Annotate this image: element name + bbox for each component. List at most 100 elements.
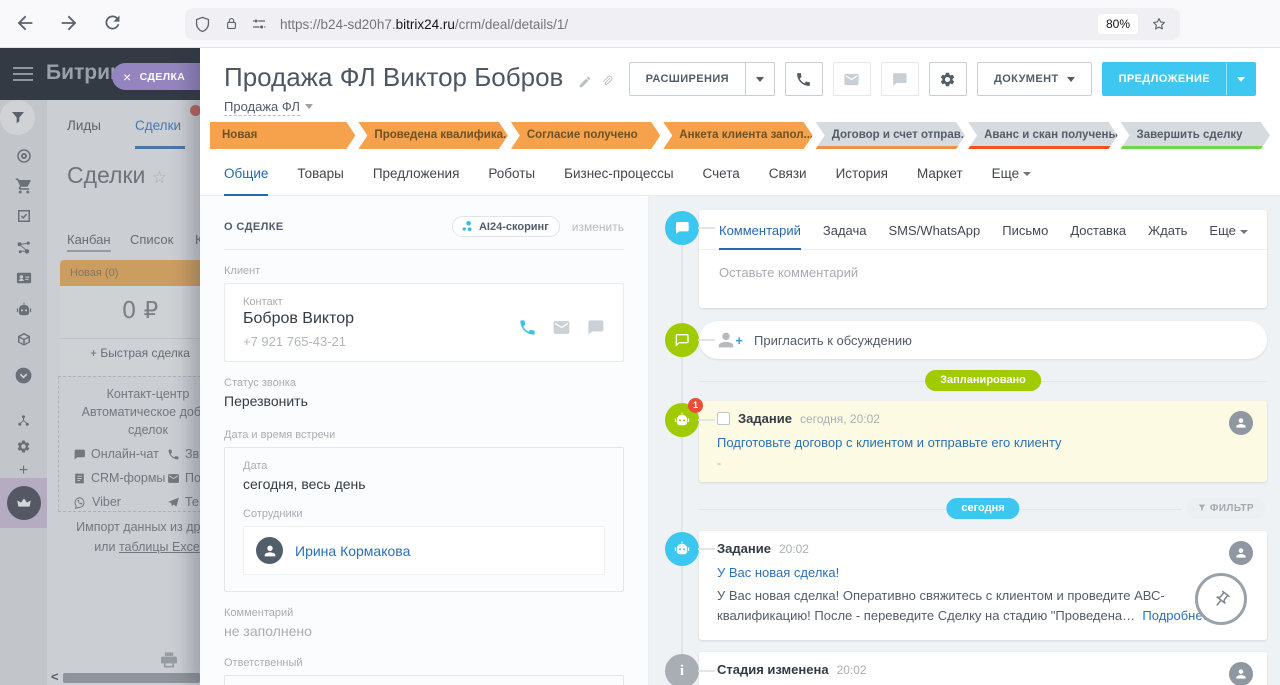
chevron-down-icon	[305, 104, 313, 109]
funnel-icon	[1197, 503, 1207, 513]
reload-icon[interactable]	[102, 12, 123, 33]
pin-button[interactable]	[1195, 573, 1247, 625]
stage-close-deal[interactable]: Завершить сделку	[1121, 122, 1270, 149]
bookmark-star-icon[interactable]	[1150, 15, 1168, 33]
call-icon[interactable]	[518, 318, 537, 337]
lock-icon	[223, 15, 240, 33]
chat-button[interactable]	[881, 62, 919, 96]
tab-products[interactable]: Товары	[297, 166, 343, 195]
today-badge: сегодня	[946, 498, 1019, 519]
employee-link[interactable]: Ирина Кормакова	[295, 543, 410, 559]
call-button[interactable]	[785, 62, 823, 96]
slider-tab-deal[interactable]: × СДЕЛКА	[112, 63, 200, 90]
info-icon: i	[665, 654, 699, 685]
proposal-dropdown[interactable]	[1226, 63, 1255, 95]
composer-tab-delivery[interactable]: Доставка	[1070, 223, 1126, 249]
responsible-box	[224, 675, 624, 685]
extensions-dropdown[interactable]	[745, 63, 774, 95]
paperclip-icon[interactable]	[600, 73, 614, 90]
tab-quotes[interactable]: Предложения	[373, 166, 460, 195]
date-value[interactable]: сегодня, весь день	[243, 476, 605, 492]
add-person-icon: +	[715, 329, 741, 351]
tab-links[interactable]: Связи	[769, 166, 807, 195]
zoom-level-badge[interactable]: 80%	[1098, 14, 1138, 34]
call-status-label: Статус звонка	[224, 377, 624, 389]
menu-icon[interactable]	[13, 67, 33, 85]
stage-advance-received[interactable]: Аванс и скан получены	[968, 122, 1117, 149]
invite-to-discussion[interactable]: + Пригласить к обсуждению	[699, 321, 1267, 359]
client-label: Клиент	[224, 265, 624, 277]
contact-label: Контакт	[243, 296, 605, 308]
tab-bizproc[interactable]: Бизнес-процессы	[564, 166, 673, 195]
responsible-label: Ответственный	[224, 657, 624, 669]
pin-icon	[1208, 586, 1235, 613]
document-button[interactable]: ДОКУМЕНТ	[977, 62, 1092, 96]
comment-composer: Комментарий Задача SMS/WhatsApp Письмо Д…	[699, 210, 1267, 308]
task-subject-link[interactable]: У Вас новая сделка!	[717, 565, 1249, 580]
planned-divider: Запланировано	[699, 370, 1267, 391]
back-icon[interactable]	[14, 12, 36, 34]
task-time: 20:02	[779, 542, 809, 556]
stage-questionnaire[interactable]: Анкета клиента запол...	[663, 122, 812, 149]
shield-icon[interactable]	[193, 15, 212, 34]
dim-overlay	[0, 100, 200, 685]
date-label: Дата	[243, 460, 605, 472]
tab-history[interactable]: История	[836, 166, 888, 195]
composer-tab-task[interactable]: Задача	[823, 223, 867, 249]
discussion-bubble-icon	[665, 323, 699, 357]
task-time: сегодня, 20:02	[800, 412, 880, 426]
filter-button[interactable]: ФИЛЬТР	[1186, 498, 1265, 519]
meeting-box: Дата сегодня, весь день Сотрудники Ирина…	[224, 447, 624, 592]
stage-consent[interactable]: Согласие получено	[511, 122, 660, 149]
settings-gear-button[interactable]	[929, 62, 967, 96]
composer-tab-sms[interactable]: SMS/WhatsApp	[889, 223, 981, 249]
stage-qualified[interactable]: Проведена квалифика...	[358, 122, 507, 149]
ai-scoring-chip[interactable]: AI24-скоринг	[452, 216, 560, 237]
permissions-icon[interactable]	[250, 15, 268, 33]
tab-general[interactable]: Общие	[224, 166, 268, 196]
tab-more[interactable]: Еще	[992, 166, 1031, 195]
client-card: Контакт Бобров Виктор +7 921 765-43-21	[224, 283, 624, 362]
stage-contract-sent[interactable]: Договор и счет отправ...	[816, 122, 965, 149]
forward-icon[interactable]	[58, 12, 80, 34]
tab-market[interactable]: Маркет	[917, 166, 963, 195]
composer-tab-wait[interactable]: Ждать	[1148, 223, 1187, 249]
planned-task-card: Задание сегодня, 20:02 Подготовьте догов…	[699, 401, 1267, 482]
pencil-icon[interactable]	[578, 73, 592, 90]
event-title: Стадия изменена	[717, 662, 829, 677]
deal-tabs: Общие Товары Предложения Роботы Бизнес-п…	[200, 149, 1280, 196]
composer-tab-email[interactable]: Письмо	[1002, 223, 1048, 249]
url-bar[interactable]: https://b24-sd20h7.bitrix24.ru/crm/deal/…	[185, 8, 1180, 40]
task-checkbox[interactable]	[717, 412, 730, 425]
avatar	[1229, 411, 1253, 435]
planned-badge: Запланировано	[925, 370, 1041, 391]
composer-tab-more[interactable]: Еще	[1209, 223, 1247, 249]
comment-value[interactable]: не заполнено	[224, 623, 624, 639]
today-divider: сегодня ФИЛЬТР	[699, 498, 1267, 519]
composer-tab-comment[interactable]: Комментарий	[719, 223, 801, 250]
proposal-button[interactable]: ПРЕДЛОЖЕНИЕ	[1102, 62, 1256, 96]
timeline-rail	[681, 226, 683, 685]
call-status-value[interactable]: Перезвонить	[224, 393, 624, 409]
close-icon[interactable]: ×	[123, 69, 132, 85]
counter-badge: 1	[688, 398, 703, 413]
timeline-column: Комментарий Задача SMS/WhatsApp Письмо Д…	[649, 196, 1280, 685]
task-link[interactable]: Подготовьте договор с клиентом и отправь…	[717, 435, 1249, 450]
task-title: Задание	[717, 541, 771, 556]
stage-new[interactable]: Новая	[210, 122, 355, 149]
extensions-button[interactable]: РАСШИРЕНИЯ	[629, 62, 775, 96]
comment-input[interactable]: Оставьте комментарий	[699, 250, 1267, 308]
avatar	[1229, 541, 1253, 565]
chat-icon[interactable]	[586, 318, 605, 337]
ai-dots-icon	[461, 220, 474, 233]
mail-icon[interactable]	[552, 318, 571, 337]
deal-detail-panel: Продажа ФЛ Виктор Бобров Продажа ФЛ РАСШ…	[200, 48, 1280, 685]
employees-label: Сотрудники	[243, 508, 605, 520]
edit-link[interactable]: изменить	[572, 220, 624, 234]
tab-robots[interactable]: Роботы	[488, 166, 535, 195]
email-button[interactable]	[833, 62, 871, 96]
deal-category-selector[interactable]: Продажа ФЛ	[224, 99, 300, 116]
tab-invoices[interactable]: Счета	[703, 166, 740, 195]
task-title: Задание	[738, 411, 792, 426]
meeting-label: Дата и время встречи	[224, 429, 624, 441]
